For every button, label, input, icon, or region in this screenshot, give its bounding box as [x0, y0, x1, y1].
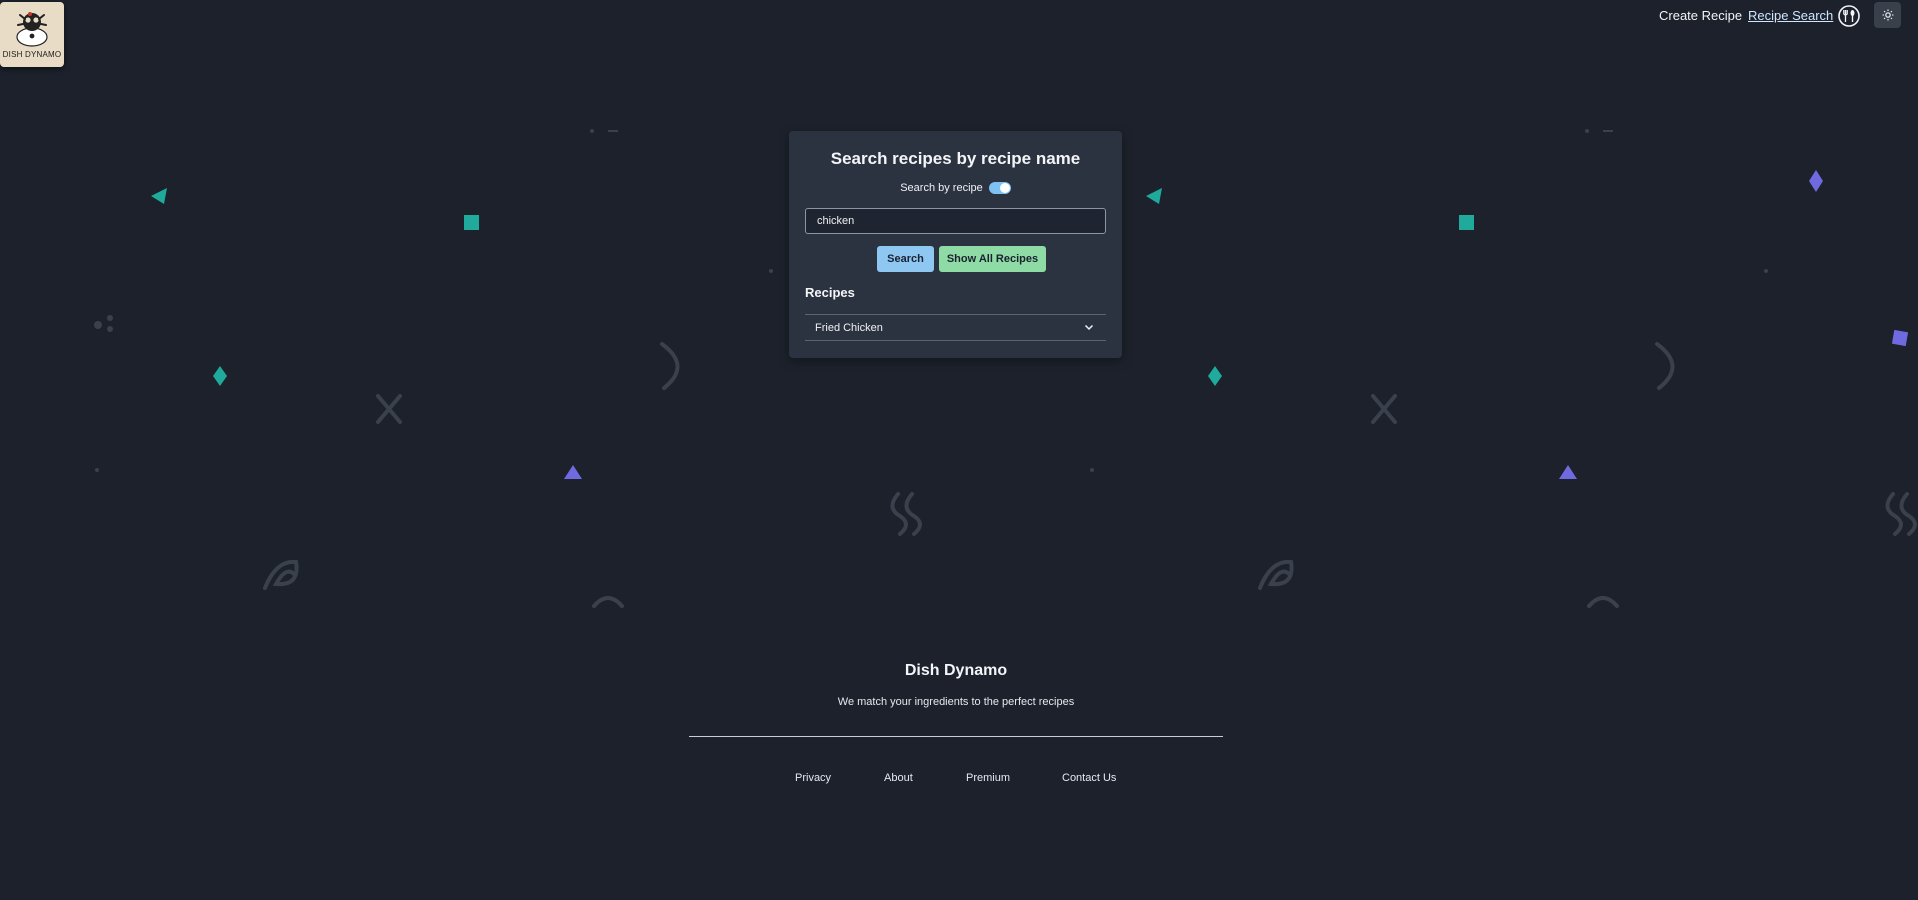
- toggle-label: Search by recipe: [900, 182, 983, 194]
- nav-create-recipe[interactable]: Create Recipe: [1659, 8, 1742, 23]
- search-by-recipe-toggle[interactable]: [988, 182, 1011, 194]
- purple-square-shape: [1891, 329, 1909, 347]
- footer-tagline: We match your ingredients to the perfect…: [837, 696, 1075, 708]
- recipe-search-card: Search recipes by recipe name Search by …: [789, 131, 1122, 358]
- nav-recipe-search[interactable]: Recipe Search: [1748, 8, 1833, 23]
- swirl-doodle: [263, 559, 299, 590]
- recipe-result-name: Fried Chicken: [815, 321, 883, 334]
- dining-icon[interactable]: [1838, 5, 1860, 32]
- teal-diamond-shape: [213, 366, 227, 386]
- recipe-result-item[interactable]: Fried Chicken: [805, 314, 1106, 341]
- cross-doodle: [376, 394, 402, 424]
- logo-text: DISH DYNAMO: [2, 50, 62, 59]
- site-logo[interactable]: DISH DYNAMO: [0, 2, 64, 67]
- purple-triangle-shape: [564, 465, 582, 479]
- theme-toggle-button[interactable]: [1874, 2, 1901, 28]
- footer-link-about[interactable]: About: [884, 772, 913, 784]
- pattern-tile-right: [1090, 129, 1917, 608]
- chevron-down-icon: [1084, 324, 1094, 331]
- recipe-search-input[interactable]: [805, 208, 1106, 234]
- chef-logo-icon: [16, 12, 48, 47]
- footer-title: Dish Dynamo: [904, 662, 1008, 679]
- footer-link-privacy[interactable]: Privacy: [795, 772, 831, 784]
- footer-divider: [689, 736, 1223, 737]
- card-title: Search recipes by recipe name: [830, 149, 1081, 168]
- wave-doodle: [890, 492, 922, 536]
- purple-diamond-shape: [1809, 170, 1823, 192]
- dots-doodle: [94, 321, 102, 329]
- show-all-recipes-button[interactable]: Show All Recipes: [939, 246, 1046, 272]
- teal-square-shape: [464, 215, 479, 230]
- footer-link-contact[interactable]: Contact Us: [1062, 772, 1116, 784]
- results-heading: Recipes: [805, 285, 855, 300]
- teal-triangle-shape: [151, 188, 167, 204]
- sun-icon: [1882, 9, 1893, 21]
- crescent-doodle: [660, 342, 680, 390]
- search-mode-row: Search by recipe: [789, 182, 1122, 194]
- search-button[interactable]: Search: [877, 246, 934, 272]
- arc-doodle: [592, 596, 624, 608]
- footer-link-premium[interactable]: Premium: [966, 772, 1010, 784]
